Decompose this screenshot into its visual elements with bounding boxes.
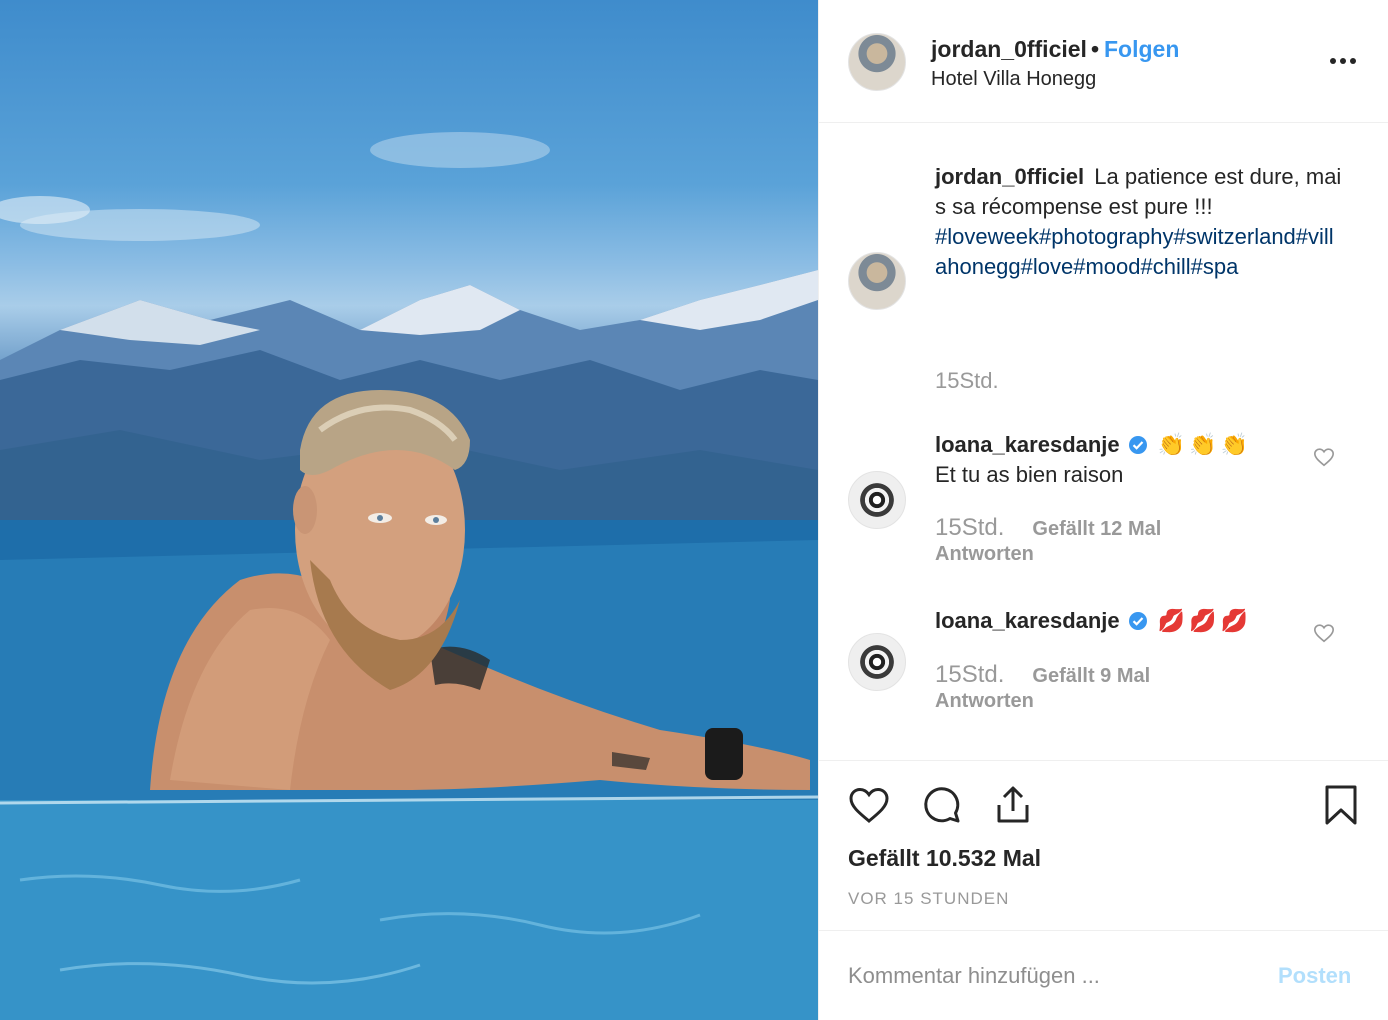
caption-username[interactable]: jordan_0fficiel (935, 164, 1084, 189)
caption-hashtags[interactable]: #loveweek#photography#switzerland#villah… (935, 224, 1334, 279)
commenter-avatar[interactable] (848, 471, 906, 529)
comment-likes[interactable]: Gefällt 12 Mal (1032, 518, 1161, 541)
comment-input[interactable] (848, 959, 1248, 993)
post-photo[interactable] (0, 0, 818, 1020)
likes-count[interactable]: Gefällt 10.532 Mal (848, 845, 1041, 872)
more-options-icon[interactable] (1329, 46, 1357, 66)
bookmark-icon[interactable] (1319, 783, 1363, 827)
like-heart-icon[interactable] (847, 783, 891, 827)
comment-bubble-icon[interactable] (919, 783, 963, 827)
reply-button[interactable]: Antworten (935, 690, 1034, 713)
comment-meta: 15Std. Gefällt 12 Mal (935, 514, 1161, 542)
comment-text: Et tu as bien raison (935, 462, 1124, 487)
verified-badge-icon (1128, 612, 1147, 630)
caption-time[interactable]: 15Std. (935, 368, 999, 394)
owner-avatar[interactable] (848, 33, 906, 91)
post-actions: Gefällt 10.532 Mal VOR 15 STUNDEN (819, 760, 1388, 952)
comment-header: loana_karesdanje 💋💋💋 (935, 608, 1252, 634)
caption-avatar[interactable] (848, 252, 906, 310)
comment-username[interactable]: loana_karesdanje (935, 608, 1120, 634)
comment-box: Posten (819, 930, 1388, 1020)
commenter-avatar[interactable] (848, 633, 906, 691)
owner-line: jordan_0fficiel • Folgen (931, 36, 1179, 63)
reply-button[interactable]: Antworten (935, 543, 1034, 566)
post-comment-button[interactable]: Posten (1278, 963, 1351, 989)
clap-emoji: 👏👏👏 (1157, 432, 1252, 458)
follow-button[interactable]: Folgen (1104, 36, 1179, 62)
separator-dot: • (1090, 36, 1099, 62)
share-icon[interactable] (991, 783, 1035, 827)
comment-time[interactable]: 15Std. (935, 661, 1004, 689)
owner-username[interactable]: jordan_0fficiel (931, 36, 1087, 62)
post-caption: jordan_0fficiel La patience est dure, ma… (935, 162, 1345, 282)
posted-time[interactable]: VOR 15 STUNDEN (848, 889, 1009, 909)
post-side-panel: jordan_0fficiel • Folgen Hotel Villa Honeg… (818, 0, 1388, 1020)
photo-image (0, 132, 818, 1020)
post-location[interactable]: Hotel Villa Honegg (931, 68, 1096, 91)
comment-time[interactable]: 15Std. (935, 514, 1004, 542)
comment-meta: 15Std. Gefällt 9 Mal (935, 661, 1150, 689)
post-header: jordan_0fficiel • Folgen Hotel Villa Honeg… (819, 0, 1388, 123)
comment-like-heart-icon[interactable] (1313, 622, 1335, 644)
comment-username[interactable]: loana_karesdanje (935, 432, 1120, 458)
comment-likes[interactable]: Gefällt 9 Mal (1032, 665, 1150, 688)
comment-header: loana_karesdanje 👏👏👏 (935, 432, 1252, 458)
comment-like-heart-icon[interactable] (1313, 446, 1335, 468)
kiss-emoji: 💋💋💋 (1157, 608, 1252, 634)
verified-badge-icon (1128, 436, 1147, 454)
